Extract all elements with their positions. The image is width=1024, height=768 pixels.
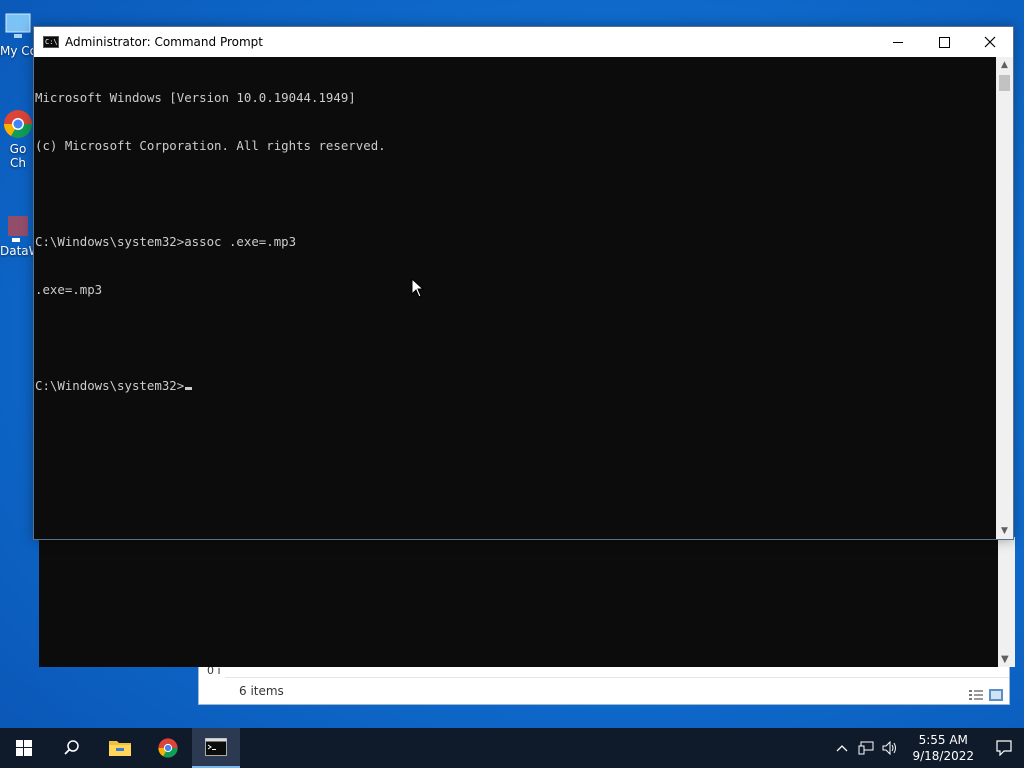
chrome-taskbar-button[interactable]	[144, 728, 192, 768]
text-cursor	[185, 387, 193, 390]
maximize-button[interactable]	[921, 27, 967, 57]
notification-icon	[996, 740, 1012, 756]
computer-icon	[2, 10, 34, 42]
clock[interactable]: 5:55 AM 9/18/2022	[902, 732, 984, 764]
large-icons-view-icon[interactable]	[989, 684, 1003, 701]
chrome-icon	[158, 738, 178, 758]
desktop-icon-datawrapper[interactable]: DataW	[0, 210, 41, 258]
file-explorer-button[interactable]	[96, 728, 144, 768]
desktop-icon-label: My Co	[0, 44, 37, 58]
console-line: (c) Microsoft Corporation. All rights re…	[35, 138, 386, 153]
scroll-thumb[interactable]	[999, 75, 1010, 91]
volume-button[interactable]	[878, 728, 902, 768]
system-tray: 5:55 AM 9/18/2022	[830, 728, 1024, 768]
search-icon	[64, 740, 79, 755]
start-button[interactable]	[0, 728, 48, 768]
close-icon	[984, 36, 996, 48]
clock-time: 5:55 AM	[918, 733, 968, 747]
console-prompt: C:\Windows\system32>	[35, 378, 185, 393]
command-prompt-taskbar-button[interactable]	[192, 728, 240, 768]
ghost-scrollbar: ▼	[998, 537, 1015, 667]
explorer-status-bar: 6 items	[225, 677, 1009, 704]
command-prompt-icon	[205, 738, 227, 756]
command-prompt-icon: C:\	[43, 36, 59, 48]
scroll-down-icon[interactable]: ▼	[996, 523, 1013, 539]
console-line: .exe=.mp3	[35, 282, 103, 297]
console-line: Microsoft Windows [Version 10.0.19044.19…	[35, 90, 356, 105]
title-bar[interactable]: C:\ Administrator: Command Prompt	[34, 27, 1013, 57]
network-icon	[858, 741, 874, 755]
console-prompt-line[interactable]: C:\Windows\system32>	[35, 378, 996, 394]
desktop-icon-my-computer[interactable]: My Co	[0, 10, 37, 58]
command-prompt-window[interactable]: C:\ Administrator: Command Prompt Micros…	[33, 26, 1014, 540]
search-button[interactable]	[48, 728, 96, 768]
clock-date: 9/18/2022	[912, 749, 974, 763]
volume-icon	[882, 741, 897, 755]
app-icon	[2, 210, 34, 242]
chrome-icon	[2, 108, 34, 140]
console-ghost-area: ▼	[39, 537, 1015, 667]
minimize-button[interactable]	[875, 27, 921, 57]
close-button[interactable]	[967, 27, 1013, 57]
network-button[interactable]	[854, 728, 878, 768]
desktop-icon-chrome[interactable]: Go Ch	[0, 108, 36, 170]
desktop-icon-label: DataW	[0, 244, 41, 258]
details-view-icon[interactable]	[969, 684, 983, 700]
vertical-scrollbar[interactable]: ▲ ▼	[996, 57, 1013, 539]
scroll-up-icon[interactable]: ▲	[996, 57, 1013, 73]
show-hidden-icons-button[interactable]	[830, 728, 854, 768]
console-line: C:\Windows\system32>assoc .exe=.mp3	[35, 234, 297, 249]
taskbar: 5:55 AM 9/18/2022	[0, 728, 1024, 768]
window-title: Administrator: Command Prompt	[65, 35, 263, 49]
item-count-label: 6 items	[239, 684, 284, 698]
console-output[interactable]: Microsoft Windows [Version 10.0.19044.19…	[34, 57, 996, 539]
file-explorer-icon	[109, 741, 131, 756]
mouse-pointer-icon	[411, 278, 425, 298]
desktop-icon-label: Go Ch	[9, 142, 27, 170]
action-center-button[interactable]	[984, 728, 1024, 768]
start-icon	[16, 740, 32, 756]
chevron-up-icon	[837, 745, 848, 752]
